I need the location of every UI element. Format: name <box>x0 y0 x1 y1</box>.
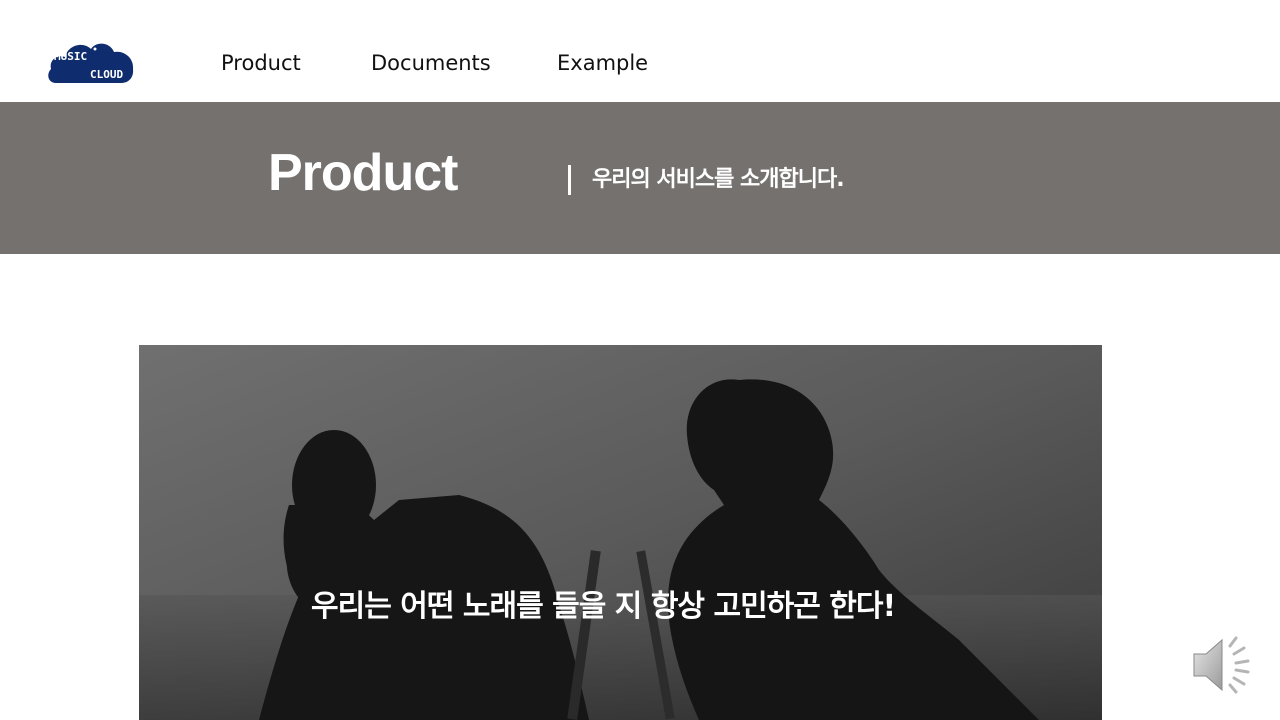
logo-text-music: MUSIC <box>54 50 87 63</box>
page-title: Product <box>268 144 458 202</box>
music-cloud-logo[interactable]: MUSIC CLOUD <box>46 36 136 86</box>
top-nav: MUSIC CLOUD Product Documents Example <box>0 0 1280 102</box>
cloud-icon: MUSIC CLOUD <box>48 43 134 83</box>
page-subtitle: 우리의 서비스를 소개합니다. <box>592 167 845 192</box>
couple-silhouette-image <box>139 345 1102 720</box>
nav-example-link[interactable]: Example <box>557 50 648 76</box>
logo-text-cloud: CLOUD <box>90 68 123 81</box>
hero-image: 우리는 어떤 노래를 들을 지 항상 고민하곤 한다! <box>139 345 1102 720</box>
audio-speaker-graphic <box>1193 636 1250 694</box>
speaker-icon[interactable] <box>1188 632 1258 698</box>
nav-product-link[interactable]: Product <box>221 50 301 76</box>
hero-caption: 우리는 어떤 노래를 들을 지 항상 고민하곤 한다! <box>311 589 896 624</box>
banner-divider <box>568 165 571 195</box>
nav-documents-link[interactable]: Documents <box>371 50 491 76</box>
